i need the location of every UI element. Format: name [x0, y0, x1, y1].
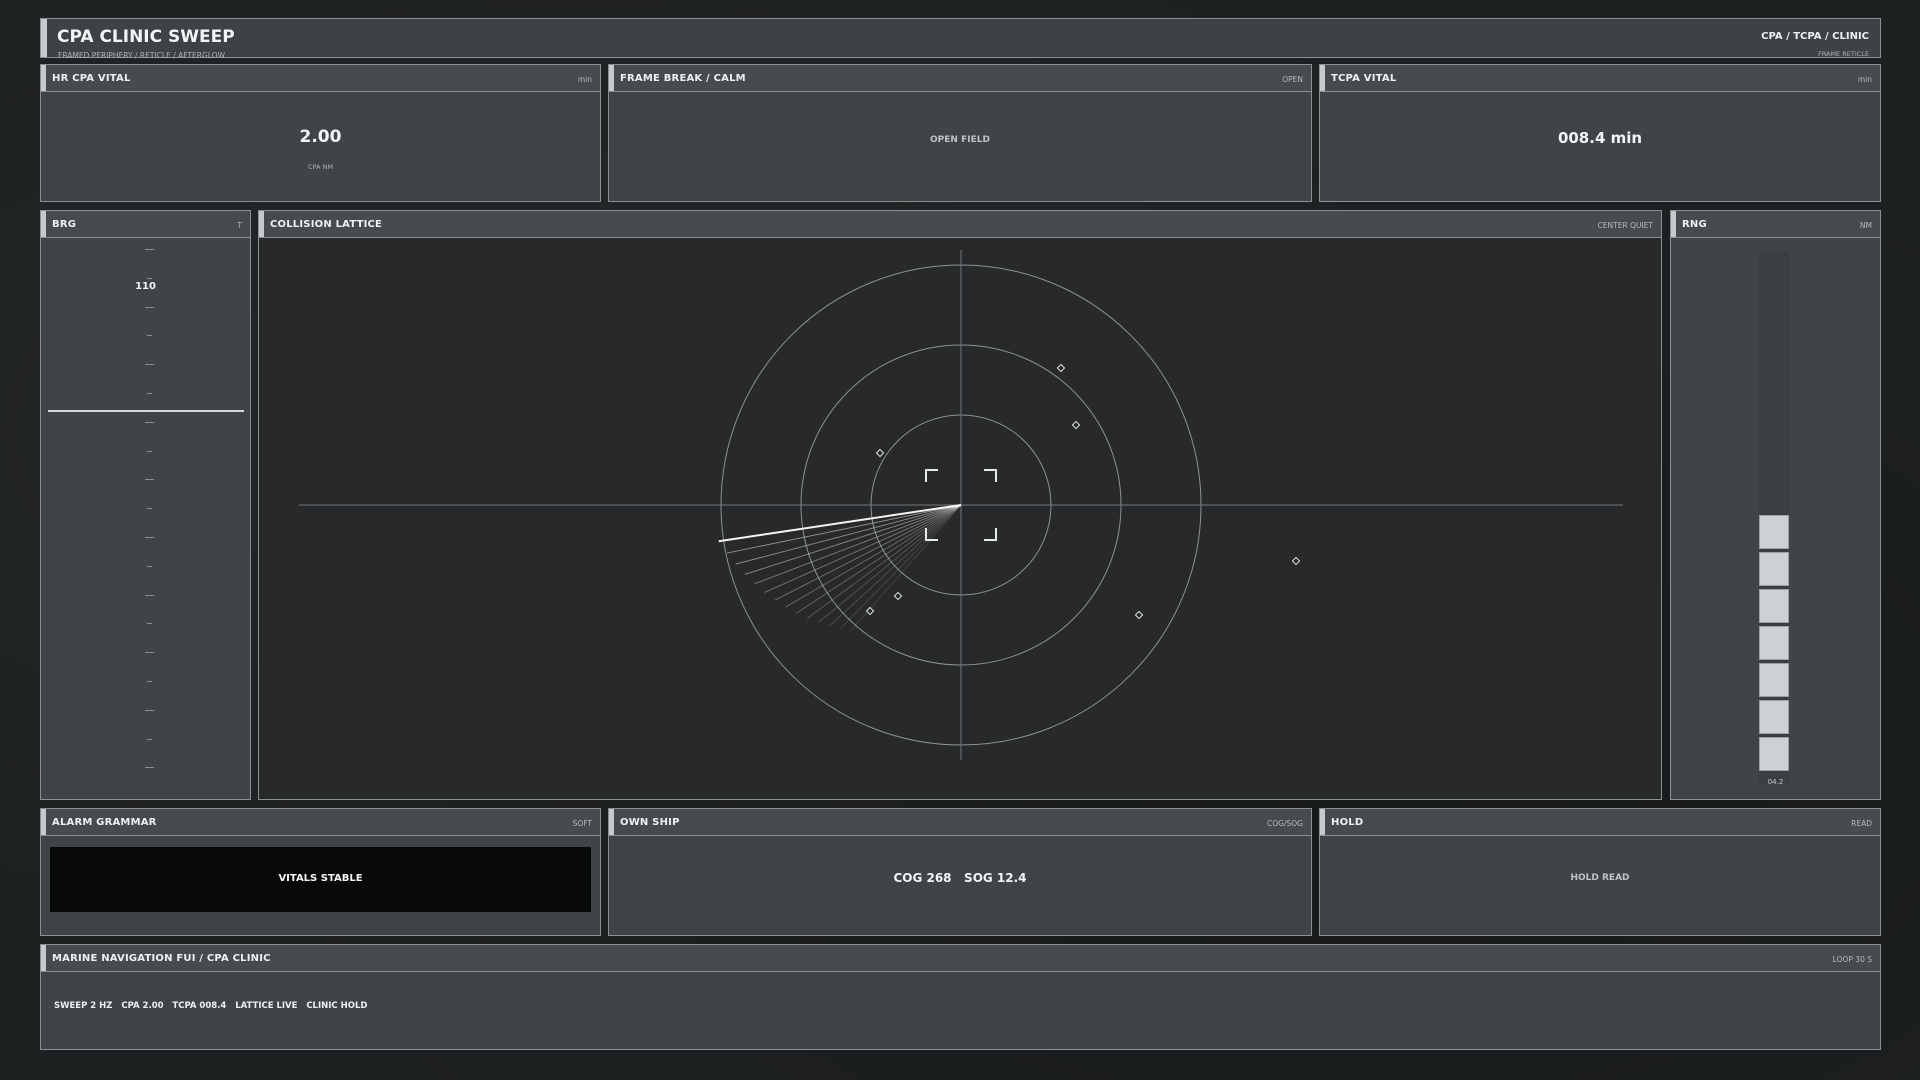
panel-title: COLLISION LATTICE	[270, 219, 383, 230]
collision-lattice-panel: COLLISION LATTICE CENTER QUIET	[258, 210, 1662, 800]
panel-header: HOLD READ	[1320, 809, 1880, 836]
panel-header: MARINE NAVIGATION FUI / CPA CLINIC LOOP …	[41, 945, 1880, 972]
bearing-tick	[147, 565, 152, 567]
bearing-tick	[145, 421, 154, 423]
panel-header: RNG NM	[1671, 211, 1880, 238]
panel-unit: OPEN	[1282, 75, 1303, 84]
panel-unit: READ	[1851, 819, 1872, 828]
bearing-value: 110	[135, 281, 156, 292]
bearing-tick	[147, 277, 152, 279]
sweep-trail-line	[806, 504, 962, 619]
panel-title: HR CPA VITAL	[52, 73, 131, 84]
panel-header: COLLISION LATTICE CENTER QUIET	[259, 211, 1661, 238]
bearing-tick	[147, 393, 152, 394]
panel-title: BRG	[52, 219, 77, 230]
header-mode-label: CPA / TCPA / CLINIC	[1761, 31, 1869, 42]
panel-title: ALARM GRAMMAR	[52, 817, 157, 828]
bearing-tick	[145, 306, 154, 308]
app-header: CPA CLINIC SWEEP FRAMED PERIPHERY / RETI…	[40, 18, 1881, 60]
bearing-tape-panel: BRG T 110	[40, 210, 251, 800]
bearing-tick	[147, 681, 152, 682]
panel-unit: min	[1857, 75, 1872, 84]
panel-title: OWN SHIP	[620, 817, 680, 828]
sweep-trail-line	[796, 504, 962, 614]
header-mode-sub: FRAME RETICLE	[1818, 50, 1869, 58]
bearing-tick	[145, 594, 154, 596]
bearing-marker-line	[48, 410, 244, 412]
bearing-tick	[147, 623, 152, 625]
cog-sog-readout: COG 268 SOG 12.4	[893, 871, 1027, 885]
bearing-tick	[147, 450, 152, 452]
frame-break-panel: FRAME BREAK / CALM OPEN OPEN FIELD	[608, 64, 1312, 202]
app-title: CPA CLINIC SWEEP	[57, 27, 235, 47]
sweep-trail-line	[785, 504, 962, 608]
panel-title: MARINE NAVIGATION FUI / CPA CLINIC	[52, 953, 271, 964]
bearing-tick	[147, 508, 152, 510]
cpa-vital-panel: HR CPA VITAL min 2.00 CPA NM	[40, 64, 601, 202]
contact-marker	[1056, 363, 1066, 373]
sweep-trail-line	[839, 504, 962, 630]
panel-title: HOLD	[1331, 817, 1364, 828]
footer-panel: MARINE NAVIGATION FUI / CPA CLINIC LOOP …	[40, 944, 1881, 1050]
bearing-tick	[145, 767, 154, 769]
range-bar-segment	[1759, 515, 1789, 549]
sweep-afterglow	[718, 504, 962, 631]
panel-unit: LOOP 30 S	[1832, 955, 1872, 964]
range-bar-segment	[1759, 737, 1789, 771]
own-ship-panel: OWN SHIP COG/SOG COG 268 SOG 12.4	[608, 808, 1312, 936]
contact-marker	[875, 448, 885, 458]
range-bar-segment	[1759, 552, 1789, 586]
radar-scope[interactable]	[259, 238, 1661, 799]
contact-marker	[1134, 610, 1144, 620]
range-bar-segment	[1759, 626, 1789, 660]
app-subtitle: FRAMED PERIPHERY / RETICLE / AFTERGLOW	[58, 51, 225, 60]
panel-unit: NM	[1859, 221, 1872, 230]
open-field-label: OPEN FIELD	[930, 135, 990, 145]
bearing-tick	[145, 249, 154, 250]
alarm-status-box: VITALS STABLE	[50, 847, 591, 912]
hold-panel: HOLD READ HOLD READ	[1319, 808, 1881, 936]
panel-unit: COG/SOG	[1267, 819, 1303, 828]
sweep-trail-line	[828, 504, 962, 627]
range-bar-segment	[1759, 663, 1789, 697]
panel-header: FRAME BREAK / CALM OPEN	[609, 65, 1311, 92]
contact-marker	[1071, 420, 1081, 430]
contact-markers	[865, 363, 1301, 620]
panel-title: RNG	[1682, 219, 1707, 230]
contact-marker	[1291, 556, 1301, 566]
range-bar-segment	[1759, 589, 1789, 623]
bearing-tick	[147, 738, 152, 740]
tcpa-vital-panel: TCPA VITAL min 008.4 min	[1319, 64, 1881, 202]
cpa-value: 2.00	[299, 127, 342, 147]
status-ticker: SWEEP 2 HZ CPA 2.00 TCPA 008.4 LATTICE L…	[54, 1001, 368, 1011]
bearing-tick	[145, 709, 154, 711]
panel-header: OWN SHIP COG/SOG	[609, 809, 1311, 836]
bearing-tick	[145, 652, 154, 654]
range-bar-panel: RNG NM 04.2	[1670, 210, 1881, 800]
contact-marker	[893, 591, 903, 601]
tcpa-value: 008.4 min	[1557, 129, 1643, 147]
panel-unit: CENTER QUIET	[1597, 221, 1653, 230]
bearing-tick	[145, 479, 154, 481]
panel-title: FRAME BREAK / CALM	[620, 73, 746, 84]
panel-header: HR CPA VITAL min	[41, 65, 600, 92]
bearing-tick	[145, 537, 154, 538]
panel-unit: min	[577, 75, 592, 84]
alarm-status: VITALS STABLE	[278, 873, 363, 884]
alarm-grammar-panel: ALARM GRAMMAR SOFT VITALS STABLE	[40, 808, 601, 936]
range-bar-segment	[1759, 700, 1789, 734]
panel-unit: SOFT	[572, 819, 592, 828]
panel-header: TCPA VITAL min	[1320, 65, 1880, 92]
range-value: 04.2	[1767, 778, 1784, 786]
panel-header: ALARM GRAMMAR SOFT	[41, 809, 600, 836]
cpa-caption: CPA NM	[307, 163, 334, 171]
panel-title: TCPA VITAL	[1331, 73, 1397, 84]
hold-read-label: HOLD READ	[1570, 873, 1630, 883]
bearing-tick	[147, 335, 152, 337]
sweep-trail-line	[754, 504, 962, 585]
bearing-tick	[145, 364, 154, 366]
panel-header: BRG T	[41, 211, 250, 238]
panel-unit: T	[237, 221, 242, 230]
